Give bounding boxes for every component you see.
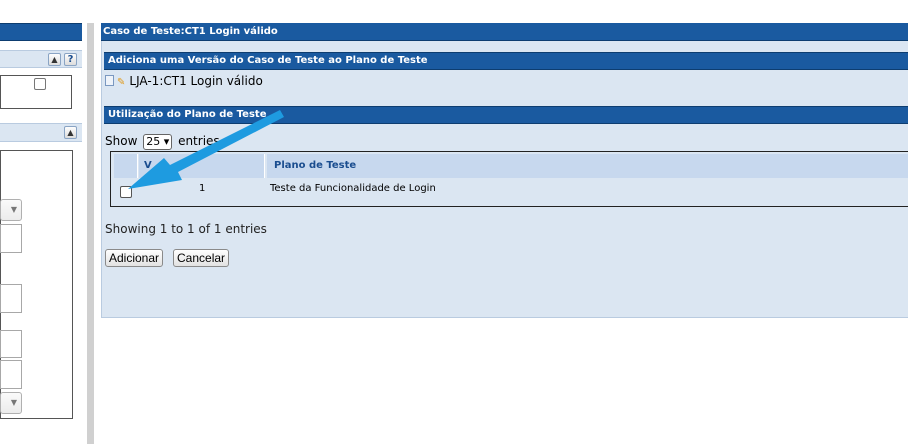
annotation-arrow — [128, 110, 284, 189]
arrow-shape — [128, 110, 284, 189]
